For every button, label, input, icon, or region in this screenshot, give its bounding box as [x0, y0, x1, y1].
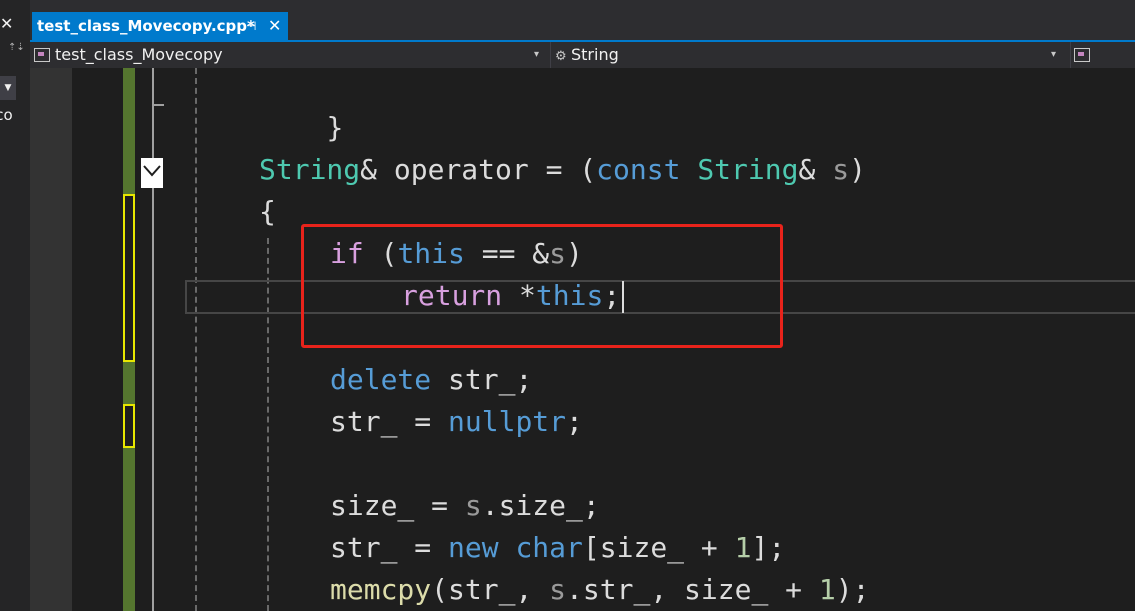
collapse-icon[interactable] [141, 158, 163, 188]
token: [size_ + [582, 531, 735, 564]
navigation-bar: test_class_Movecopy ▾ ⚙ String ▾ opera [30, 42, 1135, 69]
token: str_ = [330, 405, 449, 438]
indent-guide [195, 68, 197, 611]
outlining-end-tick [152, 104, 164, 106]
indicator-margin [30, 68, 72, 611]
annotation-highlight-box [301, 224, 783, 348]
close-icon[interactable]: ✕ [0, 14, 13, 33]
code-line[interactable]: String& operator = (const String& s) [259, 150, 866, 190]
code-line[interactable]: str_ = nullptr; [330, 402, 583, 442]
method-icon [1074, 47, 1090, 62]
token: const [596, 153, 681, 186]
token: ]; [751, 531, 786, 564]
outlining-line [152, 68, 154, 611]
chevron-down-icon: ▾ [534, 49, 540, 60]
token: ; [566, 405, 583, 438]
document-tab-bar: test_class_Movecopy.cpp* ⊣ ✕ [30, 0, 1135, 40]
unsaved-change-marker [123, 194, 135, 362]
project-icon [34, 47, 50, 62]
token: String [259, 153, 361, 186]
token: s [832, 153, 850, 186]
solution-explorer-item[interactable]: eco [0, 106, 13, 124]
token: s [464, 489, 482, 522]
token: s [549, 573, 567, 606]
code-line[interactable]: delete str_; [330, 360, 532, 400]
solution-explorer-panel: ✕ ⇡⇣ ▼ eco [0, 0, 30, 611]
token: char [515, 531, 583, 564]
token: .size_; [481, 489, 600, 522]
token: & [360, 153, 394, 186]
token: memcpy [330, 573, 432, 606]
close-tab-icon[interactable]: ✕ [268, 12, 281, 40]
code-line[interactable]: str_ = new char[size_ + 1]; [330, 528, 785, 568]
token: String [697, 153, 799, 186]
token: 1 [818, 573, 836, 606]
token: operator [393, 153, 529, 186]
token: str_ = [330, 531, 449, 564]
token: = ( [528, 153, 597, 186]
code-line[interactable]: { [259, 192, 276, 232]
tab-test-class-movecopy[interactable]: test_class_Movecopy.cpp* ⊣ ✕ [32, 12, 288, 40]
scope-label: String [571, 45, 619, 64]
token: & [798, 153, 833, 186]
code-line[interactable]: memcpy(str_, s.str_, size_ + 1); [330, 570, 869, 610]
line-margin [72, 68, 222, 611]
token: size_ = [330, 489, 465, 522]
class-icon: ⚙ [555, 49, 567, 64]
chevron-down-icon[interactable]: ▼ [0, 76, 16, 100]
code-editor[interactable]: } String& operator = (const String& s) {… [30, 68, 1135, 611]
chevron-down-icon: ▾ [1051, 49, 1057, 60]
code-line[interactable]: size_ = s.size_; [330, 486, 600, 526]
token: str_; [431, 363, 533, 396]
sync-arrows-icon[interactable]: ⇡⇣ [8, 42, 25, 53]
token: .str_, size_ + [566, 573, 819, 606]
tab-title: test_class_Movecopy.cpp* [37, 17, 255, 35]
token: new [448, 531, 499, 564]
token: nullptr [448, 405, 567, 438]
scope-dropdown[interactable]: ⚙ String ▾ [550, 42, 1066, 68]
token: } [326, 111, 344, 144]
member-dropdown[interactable]: opera [1070, 42, 1135, 68]
unsaved-change-marker [123, 404, 135, 448]
token: 1 [734, 531, 752, 564]
project-dropdown[interactable]: test_class_Movecopy ▾ [34, 42, 546, 68]
project-label: test_class_Movecopy [55, 45, 223, 64]
token: ); [835, 573, 870, 606]
token: ) [849, 153, 866, 186]
token: { [259, 195, 276, 228]
token: delete [330, 363, 432, 396]
pin-icon[interactable]: ⊣ [246, 12, 256, 40]
token: (str_, [431, 573, 550, 606]
